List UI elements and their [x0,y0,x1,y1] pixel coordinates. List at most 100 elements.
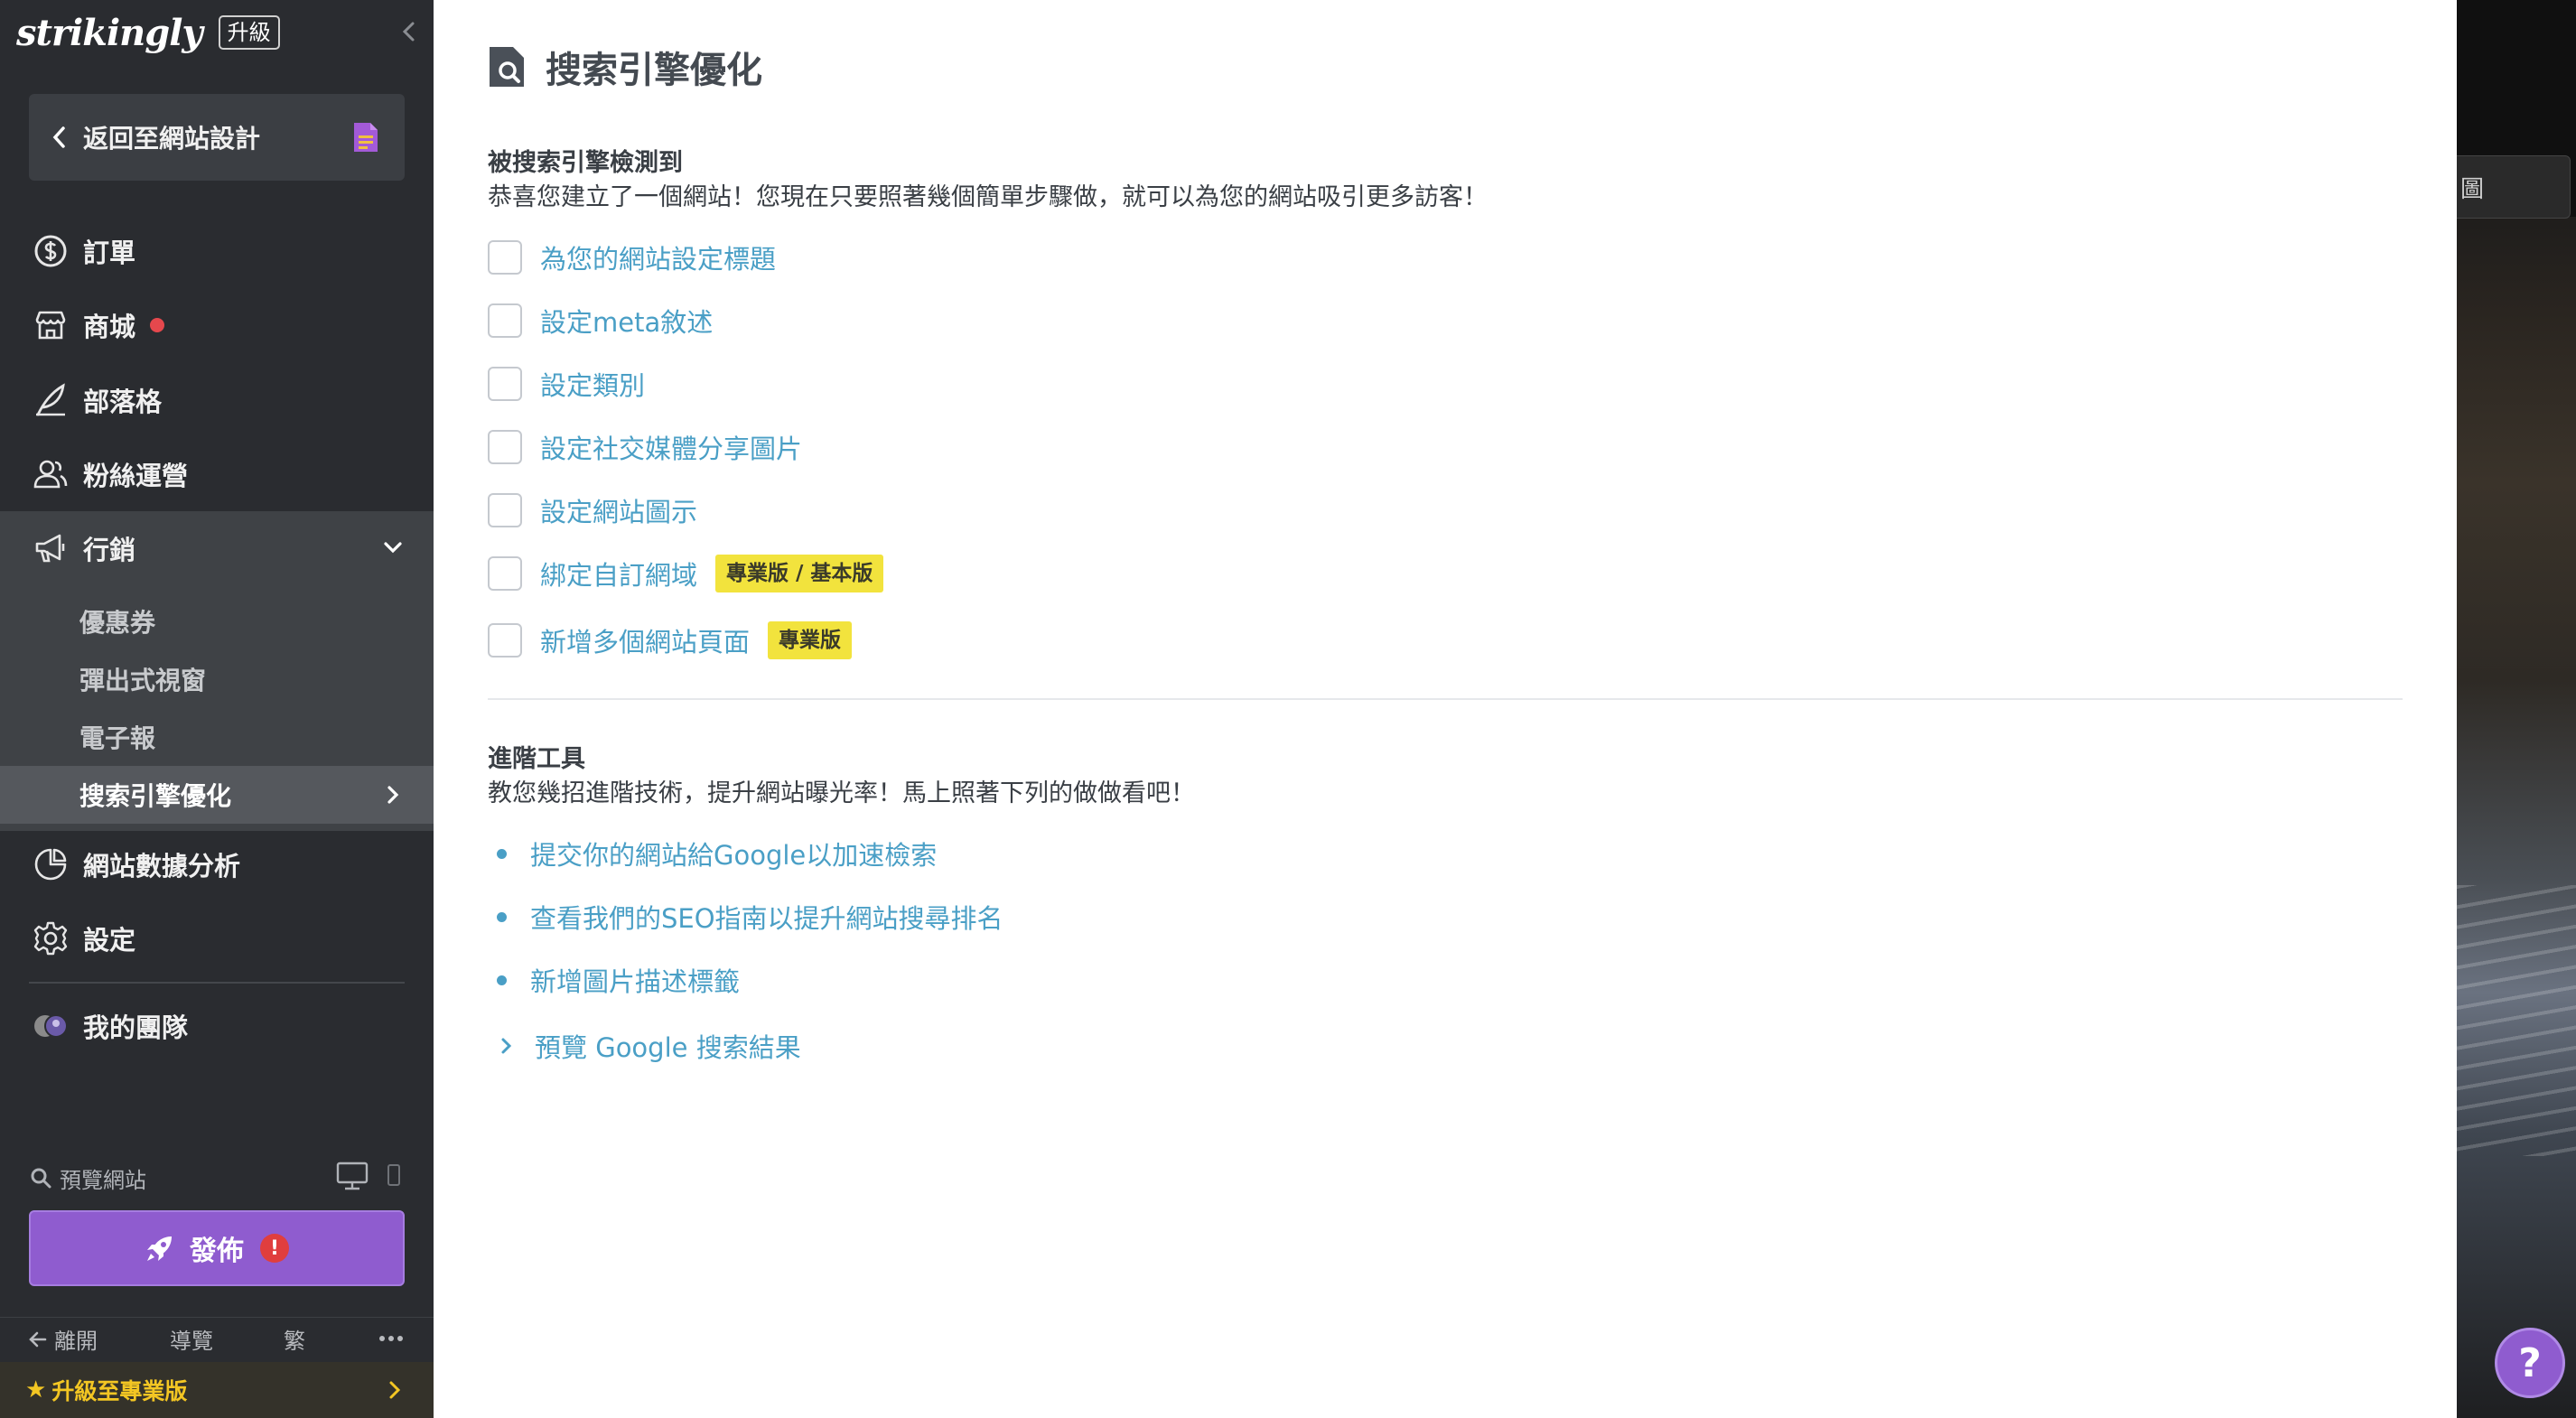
checklist-item-multi-page[interactable]: 新增多個網站頁面 專業版 [488,620,853,660]
sidebar-item-fans[interactable]: 粉絲運營 [0,437,434,511]
checkbox[interactable] [488,623,522,658]
chevron-right-icon [501,1038,512,1054]
sidebar-item-marketing[interactable]: 行銷 [0,511,434,585]
checkbox[interactable] [488,556,522,591]
back-to-design-label: 返回至網站設計 [83,124,261,154]
preview-site-row[interactable]: 預覽網站 [29,1160,405,1196]
sidebar-item-label: 設定 [83,925,136,956]
advanced-section-description: 教您幾招進階技術，提升網站曝光率！馬上照著下列的做做看吧！ [488,779,1195,807]
chevron-left-icon [52,126,65,148]
plan-tag: 專業版 / 基本版 [715,555,884,592]
sidebar-item-my-team[interactable]: 我的團隊 [0,989,434,1063]
desktop-icon[interactable] [336,1161,369,1190]
chevron-right-icon [389,1381,401,1399]
sidebar-item-settings[interactable]: 設定 [0,901,434,975]
checklist-label[interactable]: 設定meta敘述 [540,302,713,340]
sidebar-item-orders[interactable]: 訂單 [0,214,434,288]
leave-button[interactable]: 離開 [27,1323,98,1355]
bullet [497,848,507,859]
chevron-right-icon [387,786,399,804]
sidebar-subitem-seo[interactable]: 搜索引擎優化 [0,766,434,824]
sidebar-item-store[interactable]: 商城 [0,288,434,362]
checkbox[interactable] [488,430,522,464]
strikingly-logo[interactable]: strikingly [16,12,203,54]
document-icon [354,123,378,152]
sidebar-footer: 離開 導覽 繁 [0,1317,434,1360]
back-to-design-button[interactable]: 返回至網站設計 [29,94,405,181]
checklist-item-custom-domain[interactable]: 綁定自訂網域 專業版 / 基本版 [488,554,884,593]
submit-to-google-link[interactable]: 提交你的網站給Google以加速檢索 [530,835,937,872]
advanced-section-title: 進階工具 [488,745,585,773]
sidebar-item-label: 粉絲運營 [83,461,189,491]
checklist-label[interactable]: 為您的網站設定標題 [540,238,776,276]
sidebar-item-blog[interactable]: 部落格 [0,363,434,437]
checklist-item-category[interactable]: 設定類別 [488,364,645,404]
megaphone-icon [35,534,65,563]
marketing-submenu: 優惠券 彈出式視窗 電子報 搜索引擎優化 [0,585,434,831]
search-icon [31,1168,51,1189]
preview-site-label: 預覽網站 [60,1167,146,1193]
arrow-left-icon [29,1331,47,1347]
page-header: 搜索引擎優化 [488,40,762,94]
help-button[interactable]: ? [2495,1328,2565,1398]
collapse-sidebar-icon[interactable] [396,18,423,45]
detect-section-description: 恭喜您建立了一個網站！您現在只要照著幾個簡單步驟做，就可以為您的網站吸引更多訪客… [488,183,1488,211]
sidebar-item-label: 訂單 [83,238,136,268]
checkbox[interactable] [488,303,522,338]
upgrade-badge[interactable]: 升級 [218,15,280,50]
bullet [497,975,507,985]
sidebar-item-label: 我的團隊 [83,1012,189,1043]
users-icon [33,460,68,489]
more-icon[interactable] [378,1327,405,1350]
sidebar-subitem-label: 優惠券 [79,608,156,638]
background-texture [2457,885,2576,1156]
publish-label: 發佈 [190,1236,244,1267]
list-item: 新增圖片描述標籤 [497,960,740,1000]
quill-pen-icon [36,383,65,416]
upgrade-to-pro-bar[interactable]: ★ 升級至專業版 [0,1362,434,1418]
seo-search-icon [490,47,524,87]
list-item: 查看我們的SEO指南以提升網站搜尋排名 [497,897,1003,937]
checklist-item-favicon[interactable]: 設定網站圖示 [488,490,697,530]
notification-dot [150,318,165,332]
sidebar-item-label: 網站數據分析 [83,851,241,882]
sidebar-subitem-label: 彈出式視窗 [79,666,207,695]
sidebar-subitem-popups[interactable]: 彈出式視窗 [0,650,434,708]
detect-section-title: 被搜索引擎檢測到 [488,149,683,177]
checkbox[interactable] [488,493,522,527]
checkbox[interactable] [488,240,522,275]
gear-icon [33,921,68,956]
image-alt-tag-link[interactable]: 新增圖片描述標籤 [530,961,740,999]
brand-row: strikingly 升級 [16,5,423,60]
team-avatars-icon [34,1014,68,1038]
list-item: 提交你的網站給Google以加速檢索 [497,834,937,873]
seo-guide-link[interactable]: 查看我們的SEO指南以提升網站搜尋排名 [530,898,1003,936]
dollar-circle-icon [34,235,67,267]
page-title: 搜索引擎優化 [546,50,762,91]
google-preview-toggle[interactable]: 預覽 Google 搜索結果 [499,1026,801,1066]
checkbox[interactable] [488,367,522,401]
star-icon: ★ [25,1376,47,1404]
store-icon [35,311,66,340]
checklist-label[interactable]: 設定社交媒體分享圖片 [540,428,802,466]
checklist-item-title[interactable]: 為您的網站設定標題 [488,238,776,277]
guide-button[interactable]: 導覽 [170,1323,213,1355]
sidebar-subitem-newsletter[interactable]: 電子報 [0,708,434,766]
checklist-item-meta[interactable]: 設定meta敘述 [488,301,713,341]
google-preview-label[interactable]: 預覽 Google 搜索結果 [535,1027,801,1065]
checklist-label[interactable]: 設定類別 [540,365,645,403]
language-button[interactable]: 繁 [284,1323,305,1355]
publish-button[interactable]: 發佈 ! [29,1210,405,1286]
checklist-label[interactable]: 綁定自訂網域 [540,555,697,592]
sidebar-subitem-label: 搜索引擎優化 [79,781,232,811]
background-partial-button[interactable]: 圖 [2457,155,2571,219]
checklist-label[interactable]: 新增多個網站頁面 [540,621,750,659]
checklist-label[interactable]: 設定網站圖示 [540,491,697,529]
sidebar-item-label: 部落格 [83,387,163,417]
checklist-item-social-image[interactable]: 設定社交媒體分享圖片 [488,427,802,467]
mobile-icon[interactable] [387,1163,401,1187]
sidebar-subitem-coupons[interactable]: 優惠券 [0,592,434,650]
sidebar-subitem-label: 電子報 [79,723,156,753]
sidebar-item-label: 商城 [83,312,136,342]
sidebar-item-analytics[interactable]: 網站數據分析 [0,827,434,901]
